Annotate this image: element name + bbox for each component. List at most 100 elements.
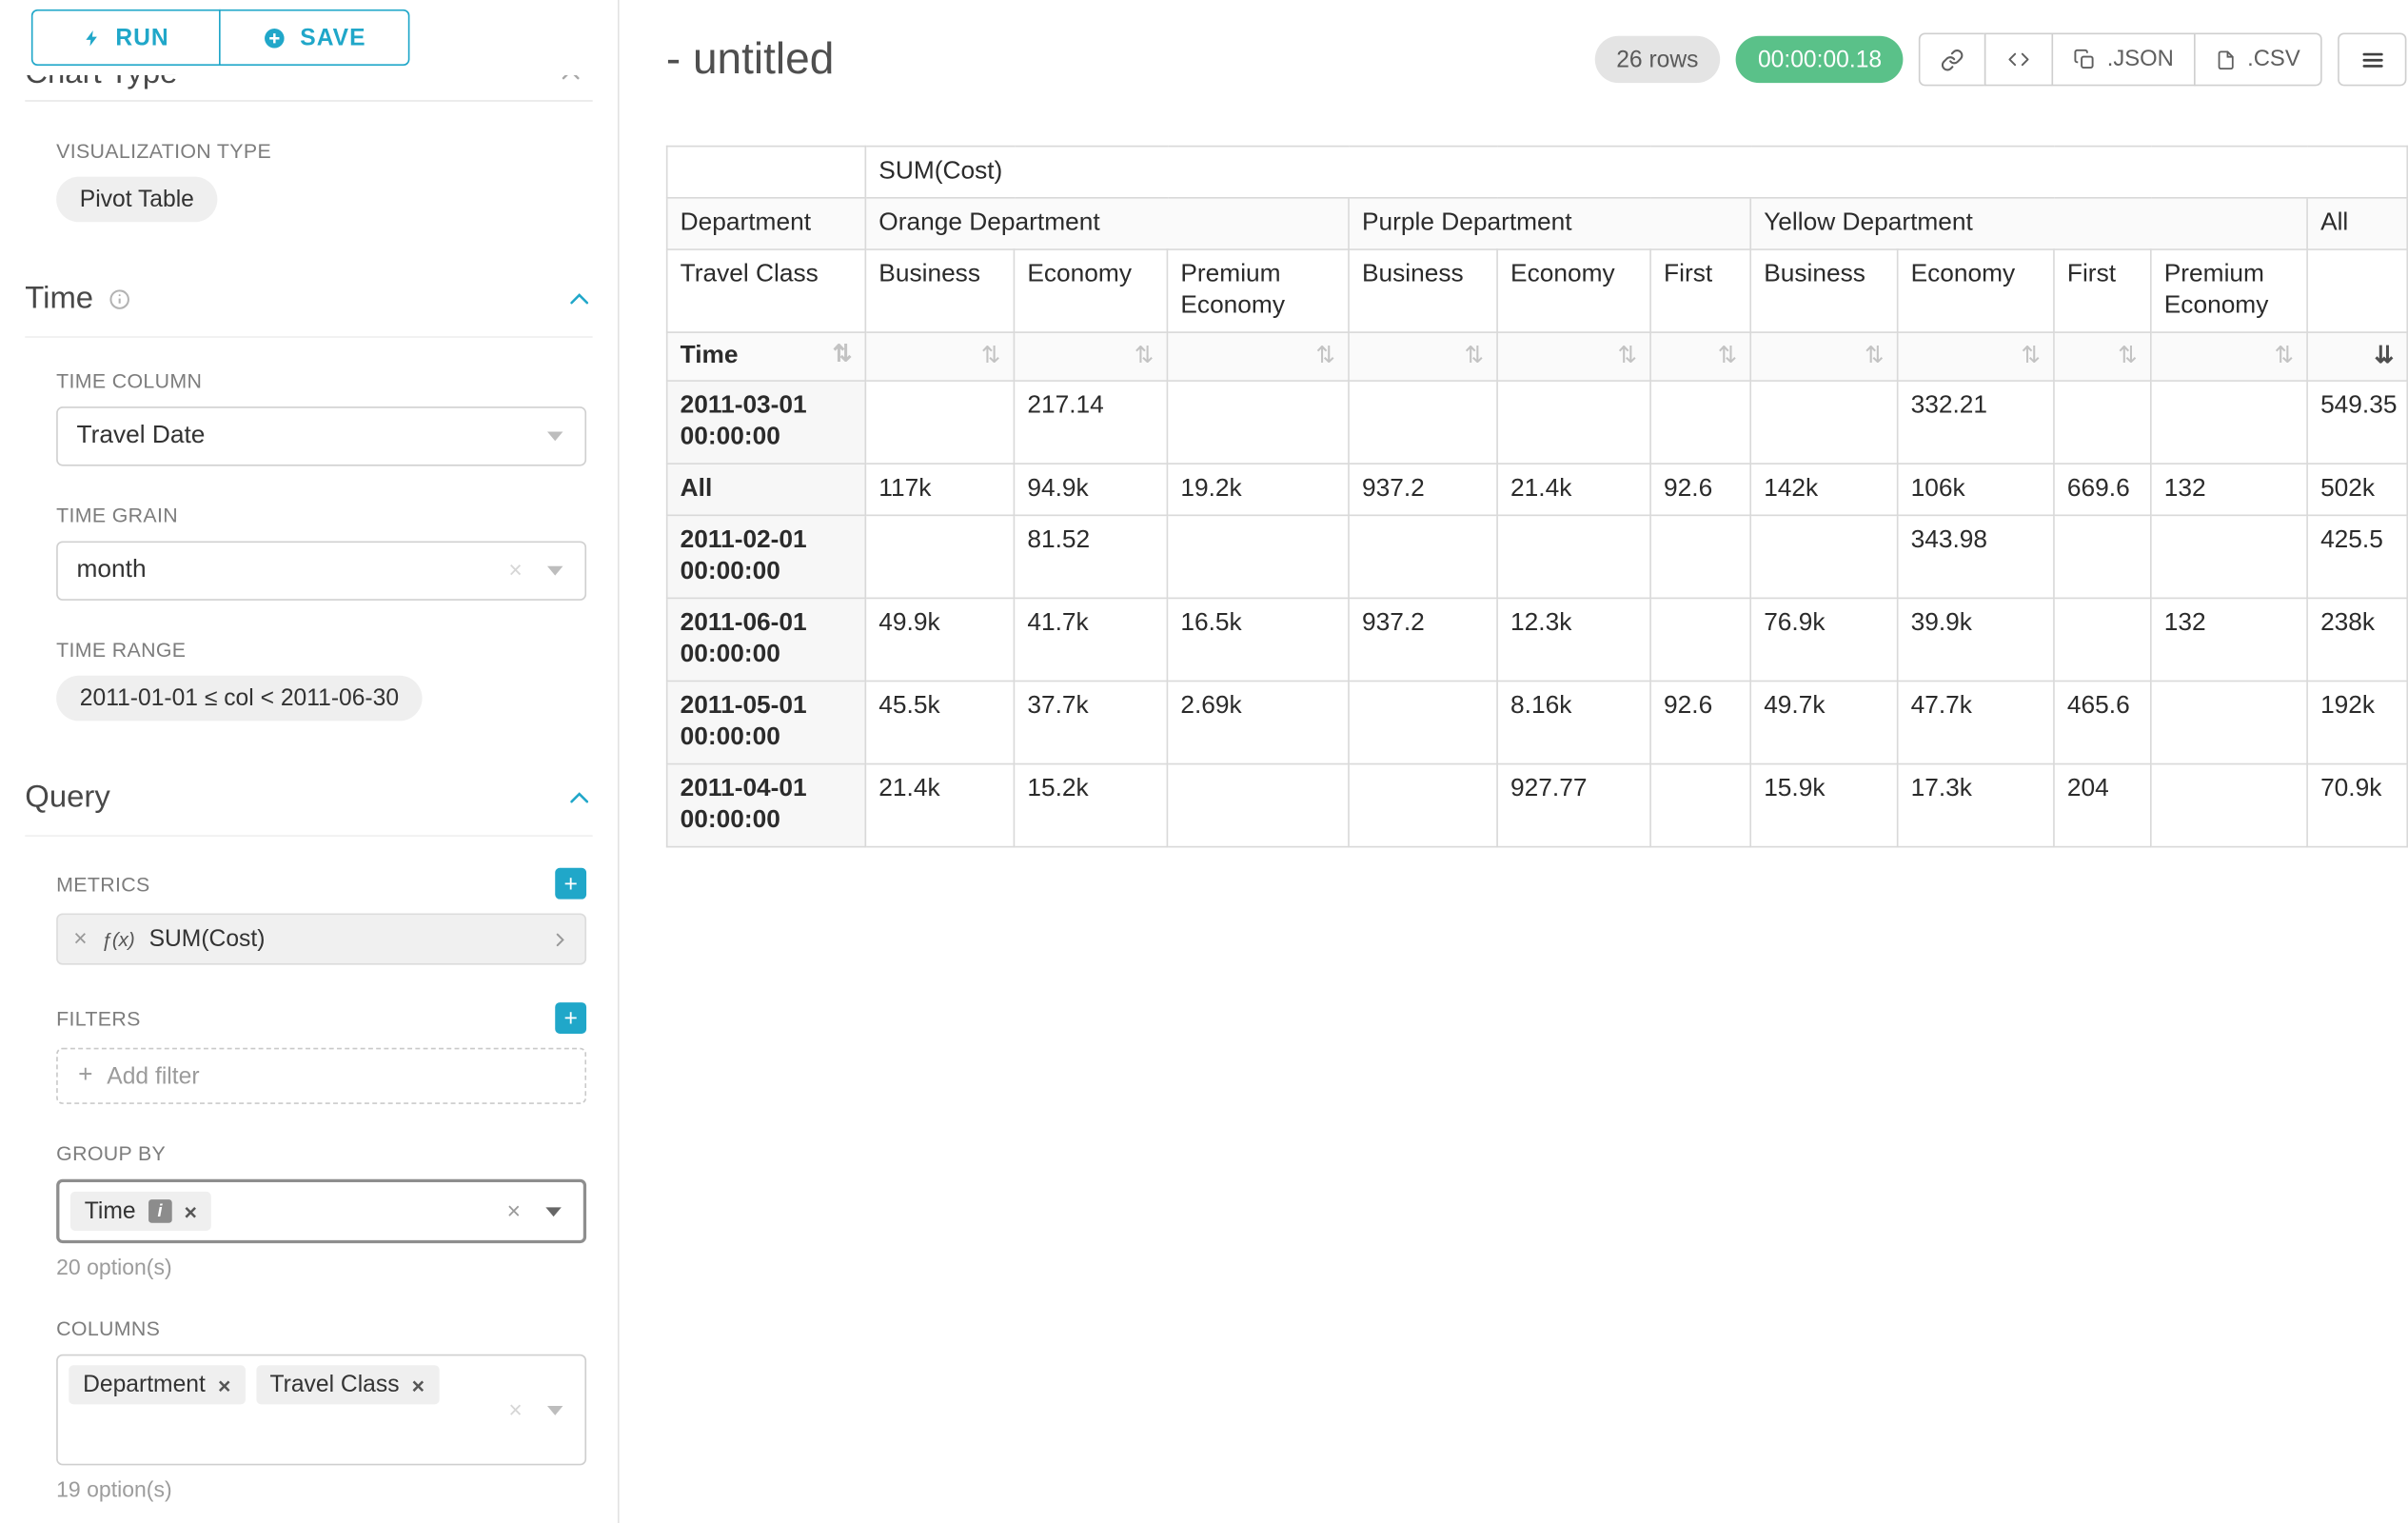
pivot-value-cell: 502k bbox=[2307, 464, 2407, 515]
pivot-value-cell: 106k bbox=[1898, 464, 2054, 515]
pivot-value-cell bbox=[2054, 598, 2151, 681]
remove-tag-icon[interactable]: × bbox=[218, 1373, 230, 1397]
sort-toggle-icon[interactable]: ⇅ bbox=[2021, 343, 2041, 369]
add-filter-button[interactable]: + Add filter bbox=[56, 1048, 586, 1104]
chart-title[interactable]: - untitled bbox=[666, 34, 834, 85]
column-info-icon[interactable]: i bbox=[148, 1199, 172, 1223]
clear-icon[interactable]: × bbox=[508, 558, 522, 584]
chevron-down-icon[interactable] bbox=[545, 1206, 561, 1216]
chart-header-actions: 26 rows 00:00:00.18 bbox=[1594, 33, 2408, 87]
sort-toggle-icon[interactable]: ⇅ bbox=[1718, 343, 1738, 369]
pivot-value-cell: 16.5k bbox=[1167, 598, 1349, 681]
save-button[interactable]: SAVE bbox=[219, 10, 409, 66]
pivot-data-row: 2011-02-01 00:00:0081.52343.98425.5 bbox=[667, 515, 2408, 598]
chevron-right-icon[interactable] bbox=[550, 930, 569, 949]
pivot-value-cell: 192k bbox=[2307, 681, 2407, 763]
pivot-class-header: Premium Economy bbox=[2151, 249, 2307, 332]
time-range-value[interactable]: 2011-01-01 ≤ col < 2011-06-30 bbox=[56, 676, 423, 722]
pivot-group-header: Purple Department bbox=[1349, 198, 1750, 249]
chevron-down-icon[interactable] bbox=[547, 566, 563, 576]
view-query-button[interactable] bbox=[1985, 33, 2054, 87]
time-section-controls: TIME COLUMN Travel Date TIME GRAIN month… bbox=[0, 338, 618, 722]
pivot-row-header: 2011-06-01 00:00:00 bbox=[667, 598, 866, 681]
clear-icon[interactable]: × bbox=[507, 1197, 521, 1224]
pivot-value-cell: 92.6 bbox=[1650, 464, 1750, 515]
menu-button[interactable] bbox=[2338, 33, 2406, 87]
group-by-select[interactable]: Time i × × bbox=[56, 1179, 586, 1243]
pivot-value-cell: 142k bbox=[1750, 464, 1897, 515]
chart-type-heading: Chart Type bbox=[25, 75, 592, 92]
sort-toggle-icon[interactable]: ⇅ bbox=[1135, 343, 1155, 369]
pivot-value-cell: 332.21 bbox=[1898, 381, 2054, 464]
pivot-value-cell bbox=[1349, 681, 1497, 763]
pivot-sort-cell: ⇅ bbox=[1014, 332, 1167, 381]
group-by-tag[interactable]: Time i × bbox=[70, 1192, 211, 1231]
add-filter-plus-button[interactable]: + bbox=[555, 1002, 586, 1034]
clear-icon[interactable]: × bbox=[508, 1396, 522, 1423]
visualization-type-value[interactable]: Pivot Table bbox=[56, 177, 217, 223]
pivot-value-cell: 8.16k bbox=[1497, 681, 1650, 763]
sort-toggle-icon[interactable]: ⇅ bbox=[981, 343, 1001, 369]
metric-option[interactable]: × ƒ(x) SUM(Cost) bbox=[56, 913, 586, 964]
pivot-class-header: Economy bbox=[1014, 249, 1167, 332]
pivot-value-cell: 49.9k bbox=[865, 598, 1014, 681]
sort-toggle-icon[interactable]: ⇅ bbox=[1315, 343, 1335, 369]
remove-metric-icon[interactable]: × bbox=[73, 926, 87, 953]
sort-toggle-icon[interactable]: ⇅ bbox=[2274, 343, 2294, 369]
sort-toggle-icon[interactable]: ⇅ bbox=[1865, 343, 1885, 369]
pivot-row-header: 2011-04-01 00:00:00 bbox=[667, 764, 866, 847]
pivot-value-cell bbox=[1167, 381, 1349, 464]
pivot-value-cell: 21.4k bbox=[1497, 464, 1650, 515]
pivot-row-header: 2011-02-01 00:00:00 bbox=[667, 515, 866, 598]
pivot-value-cell: 39.9k bbox=[1898, 598, 2054, 681]
add-filter-label: Add filter bbox=[107, 1062, 199, 1089]
sort-toggle-icon[interactable]: ⇅ bbox=[2118, 343, 2138, 369]
collapse-section-chevron-icon[interactable] bbox=[566, 287, 593, 313]
metric-name: SUM(Cost) bbox=[149, 926, 537, 953]
add-metric-button[interactable]: + bbox=[555, 868, 586, 900]
export-csv-button[interactable]: .CSV bbox=[2194, 33, 2321, 87]
run-button-label: RUN bbox=[115, 24, 168, 50]
share-link-button[interactable] bbox=[1920, 33, 1987, 87]
pivot-value-cell: 94.9k bbox=[1014, 464, 1167, 515]
pivot-class-header: First bbox=[2054, 249, 2151, 332]
export-json-button[interactable]: .JSON bbox=[2052, 33, 2196, 87]
pivot-value-cell bbox=[865, 515, 1014, 598]
pivot-class-header: Business bbox=[1349, 249, 1497, 332]
chevron-down-icon[interactable] bbox=[547, 431, 563, 441]
pivot-data-row: 2011-03-01 00:00:00217.14332.21549.35 bbox=[667, 381, 2408, 464]
columns-tag[interactable]: Travel Class × bbox=[256, 1365, 439, 1404]
export-json-label: .JSON bbox=[2107, 47, 2174, 71]
pivot-value-cell bbox=[1650, 764, 1750, 847]
chevron-up-icon[interactable] bbox=[559, 75, 583, 95]
run-button[interactable]: RUN bbox=[31, 10, 221, 66]
sort-toggle-icon[interactable]: ⇊ bbox=[2375, 343, 2395, 369]
pivot-data-row: 2011-04-01 00:00:0021.4k15.2k927.7715.9k… bbox=[667, 764, 2408, 847]
pivot-value-cell bbox=[2151, 515, 2307, 598]
group-by-label: GROUP BY bbox=[56, 1141, 586, 1165]
remove-tag-icon[interactable]: × bbox=[412, 1373, 424, 1397]
pivot-value-cell bbox=[1650, 381, 1750, 464]
remove-tag-icon[interactable]: × bbox=[185, 1198, 197, 1223]
collapse-section-chevron-icon[interactable] bbox=[566, 785, 593, 812]
columns-select[interactable]: Department × Travel Class × × bbox=[56, 1355, 586, 1466]
chevron-down-icon[interactable] bbox=[547, 1405, 563, 1414]
pivot-value-cell bbox=[1167, 515, 1349, 598]
pivot-value-cell: 19.2k bbox=[1167, 464, 1349, 515]
columns-tag[interactable]: Department × bbox=[69, 1365, 245, 1404]
time-column-select[interactable]: Travel Date bbox=[56, 406, 586, 465]
pivot-value-cell: 81.52 bbox=[1014, 515, 1167, 598]
pivot-value-cell: 41.7k bbox=[1014, 598, 1167, 681]
time-grain-select[interactable]: month × bbox=[56, 541, 586, 600]
sort-toggle-icon[interactable]: ⇅ bbox=[1464, 343, 1484, 369]
pivot-time-label: Time bbox=[681, 343, 739, 369]
pivot-value-cell: 117k bbox=[865, 464, 1014, 515]
info-icon[interactable] bbox=[108, 287, 131, 311]
plus-circle-icon bbox=[263, 26, 286, 49]
time-range-label: TIME RANGE bbox=[56, 638, 586, 662]
pivot-value-cell: 937.2 bbox=[1349, 464, 1497, 515]
pivot-table: SUM(Cost)DepartmentOrange DepartmentPurp… bbox=[666, 146, 2408, 848]
sort-toggle-icon[interactable]: ⇅ bbox=[1617, 343, 1637, 369]
sort-toggle-icon[interactable]: ⇅ bbox=[833, 341, 853, 370]
time-grain-value: month bbox=[77, 557, 147, 585]
